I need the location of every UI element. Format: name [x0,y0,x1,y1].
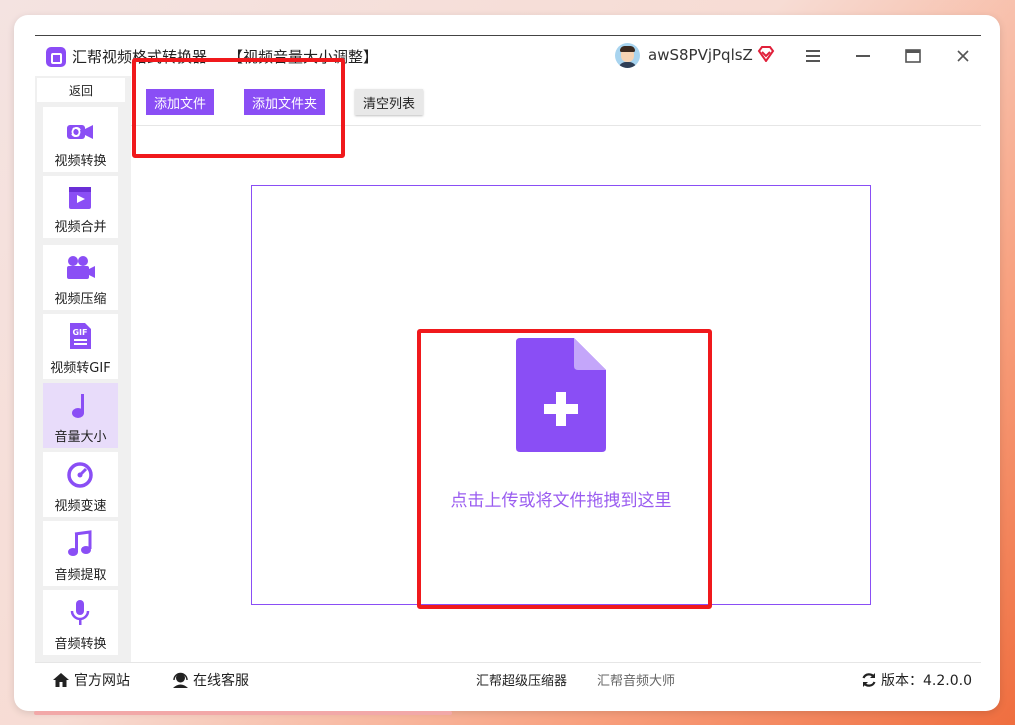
sidebar-item-label: 视频变速 [54,499,107,514]
official-site-label: 官方网站 [74,673,130,689]
sidebar-item-label: 音量大小 [54,430,107,445]
svg-text:GIF: GIF [72,328,87,337]
super-compressor-link[interactable]: 汇帮超级压缩器 [476,670,567,689]
version-label: 版本：4.2.0.0 [881,673,972,689]
customer-service-icon [173,672,188,688]
version-info[interactable]: 版本：4.2.0.0 [861,670,972,690]
vip-diamond-icon[interactable] [757,46,775,62]
sidebar-item-label: 视频压缩 [54,292,107,307]
audio-extract-icon [68,530,92,556]
app-window: 汇帮视频格式转换器 【视频音量大小调整】 awS8PVjPqlsZ 返回 视频转… [35,35,981,693]
home-icon [53,673,69,687]
footer: 官方网站 在线客服 汇帮超级压缩器 汇帮音频大师 版本：4.2.0.0 [35,662,981,693]
app-title: 汇帮视频格式转换器 [72,48,208,66]
audio-master-link[interactable]: 汇帮音频大师 [597,670,675,689]
sidebar-item-volume[interactable]: 音量大小 [43,383,118,448]
sidebar-item-speed[interactable]: 视频变速 [43,452,118,517]
speedometer-icon [67,462,93,488]
sidebar: 返回 视频转换 视频合并 视频压缩 GIF 视频转GIF 音量大小 视频变速 音… [35,76,131,662]
toolbar: 添加文件 添加文件夹 清空列表 [131,76,981,126]
title-bar: 汇帮视频格式转换器 【视频音量大小调整】 awS8PVjPqlsZ [35,36,981,76]
page-title: 【视频音量大小调整】 [228,48,379,66]
video-merge-icon [69,187,91,209]
sidebar-item-label: 音频转换 [54,637,107,652]
sidebar-item-audio-extract[interactable]: 音频提取 [43,521,118,586]
music-note-icon [72,394,84,418]
decorative-bar [34,711,452,715]
minimize-icon[interactable] [853,46,873,66]
online-service-label: 在线客服 [193,673,249,689]
sidebar-item-video-convert[interactable]: 视频转换 [43,107,118,172]
close-icon[interactable] [953,46,973,66]
username[interactable]: awS8PVjPqlsZ [648,46,753,64]
sidebar-item-audio-convert[interactable]: 音频转换 [43,590,118,655]
drop-zone-text[interactable]: 点击上传或将文件拖拽到这里 [252,486,870,511]
sidebar-item-video-compress[interactable]: 视频压缩 [43,245,118,310]
microphone-icon [70,600,90,625]
sidebar-item-video-merge[interactable]: 视频合并 [43,176,118,238]
clear-list-button[interactable]: 清空列表 [355,89,423,115]
sidebar-item-label: 视频合并 [54,220,107,235]
online-service-link[interactable]: 在线客服 [172,670,249,690]
gif-icon: GIF [70,323,91,349]
app-logo-icon [46,47,66,67]
sidebar-item-label: 视频转换 [54,154,107,169]
add-file-button[interactable]: 添加文件 [146,89,214,115]
official-site-link[interactable]: 官方网站 [52,670,130,690]
drop-zone[interactable]: 点击上传或将文件拖拽到这里 [251,185,871,605]
maximize-icon[interactable] [903,46,923,66]
refresh-icon [862,673,876,687]
menu-icon[interactable] [803,46,823,66]
avatar[interactable] [615,43,640,68]
video-compress-icon [67,256,95,279]
add-folder-button[interactable]: 添加文件夹 [244,89,325,115]
sidebar-item-label: 视频转GIF [50,361,111,376]
add-file-icon[interactable] [516,338,606,452]
sidebar-item-video-to-gif[interactable]: GIF 视频转GIF [43,314,118,379]
sidebar-item-label: 音频提取 [54,568,107,583]
video-convert-icon [67,125,93,139]
back-button[interactable]: 返回 [37,78,125,102]
